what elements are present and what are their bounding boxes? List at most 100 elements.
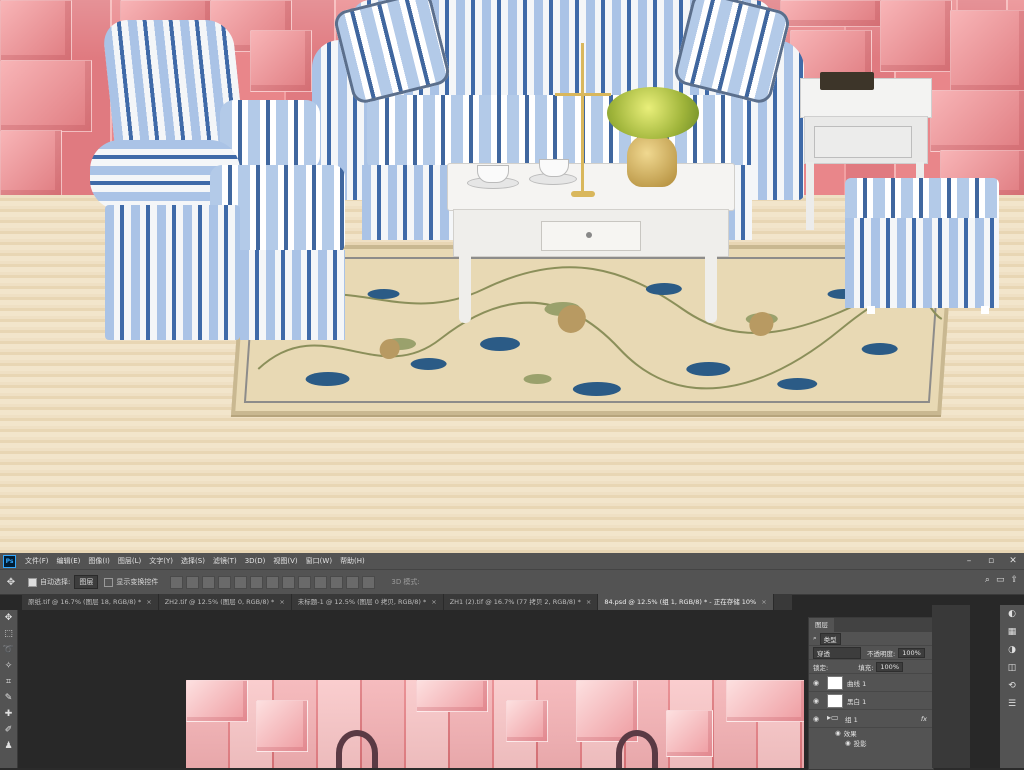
- magic-wand-icon[interactable]: ✧: [0, 658, 17, 674]
- properties-icon[interactable]: ☰: [1000, 695, 1024, 713]
- eye-icon[interactable]: ◉: [835, 729, 841, 737]
- close-tab-icon[interactable]: ×: [586, 594, 591, 610]
- stamp-tool-icon[interactable]: ♟: [0, 738, 17, 754]
- maximize-icon[interactable]: ▫: [980, 553, 1002, 569]
- 3d-mode-label: 3D 模式:: [391, 578, 420, 586]
- tools-panel: ✥ ⬚ ➰ ✧ ⌗ ✎ ✚ ✐ ♟: [0, 610, 18, 768]
- adjustments-icon[interactable]: ◑: [1000, 641, 1024, 659]
- auto-select-checkbox[interactable]: [28, 577, 37, 587]
- white-coffee-table: [447, 43, 735, 325]
- doc-tab[interactable]: ZH1 (2).tif @ 16.7% (77 拷贝 2, RGB/8) * ×: [444, 594, 599, 610]
- room-scene-image: [0, 0, 1024, 553]
- photoshop-window: Ps 文件(F) 编辑(E) 图像(I) 图层(L) 文字(Y) 选择(S) 滤…: [0, 553, 1024, 770]
- blend-mode-dropdown[interactable]: 穿透: [813, 646, 861, 659]
- striped-armchair: [90, 20, 348, 342]
- brush-tool-icon[interactable]: ✐: [0, 722, 17, 738]
- menu-window[interactable]: 窗口(W): [302, 556, 336, 566]
- healing-brush-icon[interactable]: ✚: [0, 706, 17, 722]
- history-icon[interactable]: ⟲: [1000, 677, 1024, 695]
- lock-label: 锁定:: [813, 663, 829, 672]
- close-tab-icon[interactable]: ×: [279, 594, 284, 610]
- menu-select[interactable]: 选择(S): [177, 556, 209, 566]
- color-icon[interactable]: ◐: [1000, 605, 1024, 623]
- align-bottom-icon[interactable]: [202, 575, 216, 589]
- layer-name: 组 1: [845, 715, 858, 724]
- show-transform-label: 显示变换控件: [116, 578, 159, 586]
- menu-view[interactable]: 视图(V): [269, 556, 301, 566]
- fill-label: 填充:: [858, 663, 874, 672]
- layer-row[interactable]: ◉ 黑白 1: [809, 692, 933, 710]
- canvas-area[interactable]: [22, 610, 808, 768]
- striped-ottoman: [845, 178, 999, 314]
- align-buttons: [170, 575, 376, 589]
- distribute-left-icon[interactable]: [314, 575, 328, 589]
- layer-name: 曲线 1: [847, 679, 867, 688]
- opacity-field[interactable]: 100%: [898, 647, 925, 658]
- fill-field[interactable]: 100%: [876, 661, 903, 672]
- lasso-tool-icon[interactable]: ➰: [0, 642, 17, 658]
- doc-tab[interactable]: 未标题-1 @ 12.5% (图层 0 拷贝, RGB/8) * ×: [292, 594, 444, 610]
- close-tab-icon[interactable]: ×: [431, 594, 436, 610]
- layers-tab[interactable]: 图层: [809, 618, 834, 632]
- doc-tab[interactable]: ZH2.tif @ 12.5% (图层 0, RGB/8) * ×: [159, 594, 292, 610]
- menu-edit[interactable]: 编辑(E): [53, 556, 85, 566]
- minimize-icon[interactable]: –: [958, 553, 980, 569]
- styles-icon[interactable]: ◫: [1000, 659, 1024, 677]
- menu-layer[interactable]: 图层(L): [114, 556, 145, 566]
- effects-row: ◉ 效果: [835, 729, 857, 738]
- layer-name: 黑白 1: [847, 697, 867, 706]
- align-left-icon[interactable]: [218, 575, 232, 589]
- layer-row[interactable]: ◉ 曲线 1: [809, 674, 933, 692]
- eyedropper-icon[interactable]: ✎: [0, 690, 17, 706]
- fx-icon[interactable]: fx: [921, 715, 927, 723]
- eye-icon[interactable]: ◉: [813, 679, 823, 687]
- distribute-right-icon[interactable]: [346, 575, 360, 589]
- layer-thumbnail: [827, 693, 843, 708]
- opacity-label: 不透明度:: [867, 649, 896, 658]
- move-tool-icon[interactable]: ✥: [0, 610, 17, 626]
- show-transform-checkbox[interactable]: [104, 577, 114, 587]
- eye-icon[interactable]: ◉: [845, 739, 851, 747]
- document-tabs: 原纸.tif @ 16.7% (图层 18, RGB/8) * × ZH2.tif…: [22, 594, 792, 610]
- align-vcenter-icon[interactable]: [186, 575, 200, 589]
- menu-file[interactable]: 文件(F): [21, 556, 53, 566]
- layers-panel: 图层 ⌕ 类型 穿透 不透明度: 100% 锁定: 填充: 100% ◉ 曲线 1 ◉ 黑白 …: [808, 617, 934, 770]
- auto-select-label: 自动选择:: [40, 578, 71, 586]
- distribute-vcenter-icon[interactable]: [282, 575, 296, 589]
- doc-tab-active[interactable]: 84.psd @ 12.5% (组 1, RGB/8) * - 正在存储 10%…: [598, 594, 774, 610]
- align-hcenter-icon[interactable]: [234, 575, 248, 589]
- photoshop-logo-icon: Ps: [3, 554, 16, 568]
- distribute-top-icon[interactable]: [266, 575, 280, 589]
- close-tab-icon[interactable]: ×: [761, 594, 766, 610]
- doc-tab[interactable]: 原纸.tif @ 16.7% (图层 18, RGB/8) * ×: [22, 594, 159, 610]
- move-tool-icon[interactable]: ✥: [0, 577, 22, 588]
- align-top-icon[interactable]: [170, 575, 184, 589]
- menu-image[interactable]: 图像(I): [84, 556, 114, 566]
- auto-align-icon[interactable]: [362, 575, 376, 589]
- eye-icon[interactable]: ◉: [813, 697, 823, 705]
- menu-bar: Ps 文件(F) 编辑(E) 图像(I) 图层(L) 文字(Y) 选择(S) 滤…: [0, 553, 1024, 569]
- menu-help[interactable]: 帮助(H): [336, 556, 369, 566]
- menu-type[interactable]: 文字(Y): [145, 556, 177, 566]
- close-tab-icon[interactable]: ×: [146, 594, 151, 610]
- menu-filter[interactable]: 滤镜(T): [209, 556, 241, 566]
- document-canvas[interactable]: [186, 680, 804, 768]
- swatches-icon[interactable]: ▦: [1000, 623, 1024, 641]
- align-right-icon[interactable]: [250, 575, 264, 589]
- filter-kind-dropdown[interactable]: 类型: [819, 632, 841, 645]
- close-icon[interactable]: ✕: [1002, 553, 1024, 569]
- panel-dock: [932, 605, 970, 768]
- distribute-bottom-icon[interactable]: [298, 575, 312, 589]
- eye-icon[interactable]: ◉: [813, 715, 823, 723]
- share-icon[interactable]: ⇪: [1010, 575, 1018, 585]
- menu-3d[interactable]: 3D(D): [241, 557, 270, 565]
- distribute-hcenter-icon[interactable]: [330, 575, 344, 589]
- marquee-tool-icon[interactable]: ⬚: [0, 626, 17, 642]
- layer-thumbnail: [827, 675, 843, 690]
- crop-tool-icon[interactable]: ⌗: [0, 674, 17, 690]
- search-icon[interactable]: ⌕: [985, 575, 990, 585]
- auto-select-dropdown[interactable]: 图层: [74, 575, 99, 589]
- layer-group-row[interactable]: ◉ ▸▭ 组 1 fx: [809, 710, 933, 728]
- workspace-icon[interactable]: ▭: [996, 575, 1005, 585]
- folder-icon: ▸▭: [827, 712, 839, 722]
